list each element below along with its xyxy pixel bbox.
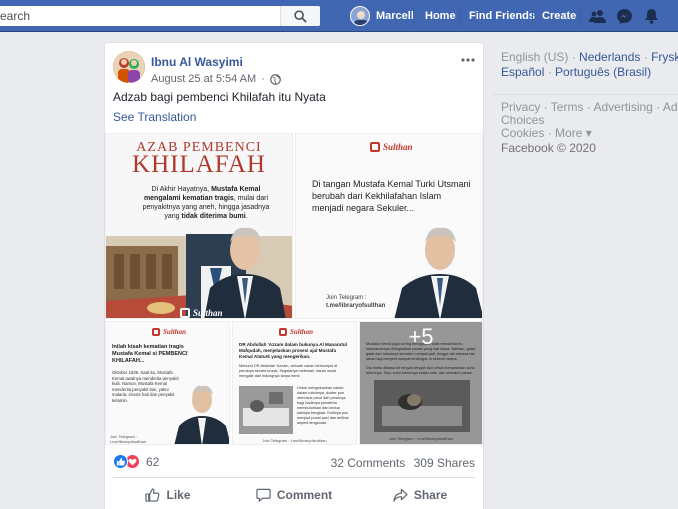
sulthan-logo: Sulthan: [180, 308, 223, 318]
telegram-promo: Join Telegram : t.me/libraryofsulthan: [262, 438, 327, 443]
right-sidebar: English (US) · Nederlands · Frysk Españo…: [492, 42, 678, 155]
sulthan-logo-text: Sulthan: [290, 328, 313, 336]
telegram-link: t.me/libraryofsulthan: [110, 439, 147, 444]
see-translation-link[interactable]: See Translation: [113, 110, 196, 124]
search-icon: [294, 9, 307, 23]
post-photo-1[interactable]: AZAB PEMBENCI KHILAFAH Di Akhir Hayatnya…: [105, 133, 293, 319]
nav-create-link[interactable]: Create: [542, 10, 576, 22]
sulthan-logo-text: Sulthan: [163, 328, 186, 336]
nav-home-link[interactable]: Home: [425, 10, 456, 22]
photo-heading-text: Inilah kisah kematian tragis Mustafa Kem…: [112, 344, 188, 364]
post-actions-bar: Like Comment Share: [105, 483, 483, 507]
current-language: English (US): [501, 50, 569, 64]
search-button[interactable]: [280, 6, 320, 26]
sulthan-logo-mark: [152, 328, 160, 336]
sulthan-logo: Sulthan: [279, 328, 313, 336]
footer-links: Privacy · Terms · Advertising · Ad Choic…: [501, 100, 678, 140]
post-photo-5-more[interactable]: Mustafa Kemal juga sering mengalami saki…: [359, 321, 483, 445]
telegram-promo: Join Telegram : t.me/libraryofsulthan: [110, 434, 146, 444]
footer-link-cookies[interactable]: Cookies: [501, 126, 544, 140]
comment-button[interactable]: Comment: [231, 483, 357, 507]
footer-link-terms[interactable]: Terms: [551, 100, 584, 114]
language-link-nederlands[interactable]: Nederlands: [579, 50, 640, 64]
language-link-espanol[interactable]: Español: [501, 65, 544, 79]
top-navigation-bar: Marcell Home Find Friends Create: [0, 0, 678, 32]
telegram-promo: Join Telegram : t.me/libraryofsulthan: [326, 294, 385, 310]
search-input[interactable]: [0, 6, 280, 26]
sulthan-logo: Sulthan: [370, 142, 413, 152]
comments-count-link[interactable]: 32 Comments: [331, 456, 406, 470]
sulthan-logo-mark: [180, 308, 190, 318]
photo-heading-text: DR Abdullah 'Azzam dalam bukunya Al Mana…: [239, 342, 347, 359]
ataturk-portrait-image: [204, 227, 286, 318]
friend-requests-icon[interactable]: [587, 7, 607, 25]
meta-separator: ·: [261, 73, 265, 85]
author-avatar[interactable]: [113, 51, 145, 83]
post-stats-bar: 62 32 Comments 309 Shares: [105, 451, 483, 473]
language-link-portugues[interactable]: Português (Brasil): [555, 65, 651, 79]
comment-bubble-icon: [256, 488, 271, 502]
share-arrow-icon: [393, 488, 408, 502]
reaction-count: 62: [146, 454, 160, 469]
sulthan-logo: Sulthan: [152, 328, 186, 336]
post-card: Ibnu Al Wasyimi August 25 at 5:54 AM · A…: [104, 42, 484, 509]
post-text: Adzab bagi pembenci Khilafah itu Nyata: [113, 90, 326, 104]
search-box: [0, 6, 320, 26]
sulthan-logo-mark: [370, 142, 380, 152]
deathbed-photo-image: [239, 386, 293, 434]
like-reaction-icon: [113, 454, 128, 469]
nav-divider: [413, 7, 414, 25]
footer-link-advertising[interactable]: Advertising: [593, 100, 652, 114]
ataturk-portrait-image: [174, 385, 229, 444]
nav-divider: [459, 7, 460, 25]
user-avatar: [350, 6, 370, 26]
actions-divider: [113, 477, 475, 478]
sulthan-logo-text: Sulthan: [383, 142, 413, 152]
post-author-name[interactable]: Ibnu Al Wasyimi: [151, 55, 243, 69]
shares-count-link[interactable]: 309 Shares: [414, 456, 475, 470]
messenger-icon[interactable]: [614, 7, 634, 25]
comment-label: Comment: [276, 488, 333, 502]
photo-body-text: Oktober 1938. Saat itu, Mustafa Kemal aw…: [112, 370, 179, 403]
more-photos-count: +5: [408, 324, 434, 349]
nav-find-friends-link[interactable]: Find Friends: [469, 10, 535, 22]
sulthan-logo-mark: [279, 328, 287, 336]
language-link-frysk[interactable]: Frysk: [651, 50, 678, 64]
ataturk-portrait-image: [394, 227, 482, 318]
user-name: Marcell: [376, 10, 414, 22]
like-button[interactable]: Like: [105, 483, 231, 507]
telegram-link: t.me/libraryofsulthan: [326, 303, 386, 309]
language-selector: English (US) · Nederlands · Frysk Españo…: [492, 42, 678, 95]
nav-divider: [579, 7, 580, 25]
post-meta: August 25 at 5:54 AM ·: [151, 73, 281, 85]
post-photo-3[interactable]: Sulthan Inilah kisah kematian tragis Mus…: [105, 321, 230, 445]
copyright-text: Facebook © 2020: [501, 141, 596, 155]
post-photo-4[interactable]: Sulthan DR Abdullah 'Azzam dalam bukunya…: [232, 321, 357, 445]
notifications-bell-icon[interactable]: [641, 7, 661, 25]
like-label: Like: [166, 488, 191, 502]
post-photo-2[interactable]: Sulthan Di tangan Mustafa Kemal Turki Ut…: [295, 133, 483, 319]
engagement-counts: 32 Comments 309 Shares: [331, 456, 475, 470]
footer-link-more[interactable]: More: [555, 126, 582, 140]
nav-divider: [532, 7, 533, 25]
post-options-button[interactable]: [461, 49, 475, 65]
photo-body-text: Di tangan Mustafa Kemal Turki Utsmani be…: [312, 179, 471, 213]
post-timestamp[interactable]: August 25 at 5:54 AM: [151, 73, 256, 85]
photo-body-text-2: Untuk mengeluarkan cairan dalam tubuhnya…: [297, 386, 349, 425]
profile-link[interactable]: Marcell: [350, 5, 414, 27]
photo-title-line-2: KHILAFAH: [132, 151, 266, 178]
thumbs-up-icon: [145, 488, 160, 502]
share-button[interactable]: Share: [357, 483, 483, 507]
post-photo-grid: AZAB PEMBENCI KHILAFAH Di Akhir Hayatnya…: [105, 133, 483, 445]
footer-link-privacy[interactable]: Privacy: [501, 100, 540, 114]
reactions-summary[interactable]: 62: [113, 454, 159, 469]
more-dots-icon: [461, 58, 475, 62]
share-label: Share: [413, 488, 448, 502]
globe-icon[interactable]: [269, 73, 281, 85]
sulthan-logo-text: Sulthan: [193, 308, 223, 318]
photo-body-text: Menurut DR Abdullah 'Azzam, sebuah caira…: [239, 364, 338, 378]
telegram-label: Join Telegram :: [326, 295, 367, 301]
more-chevron-icon: ▾: [585, 126, 592, 140]
